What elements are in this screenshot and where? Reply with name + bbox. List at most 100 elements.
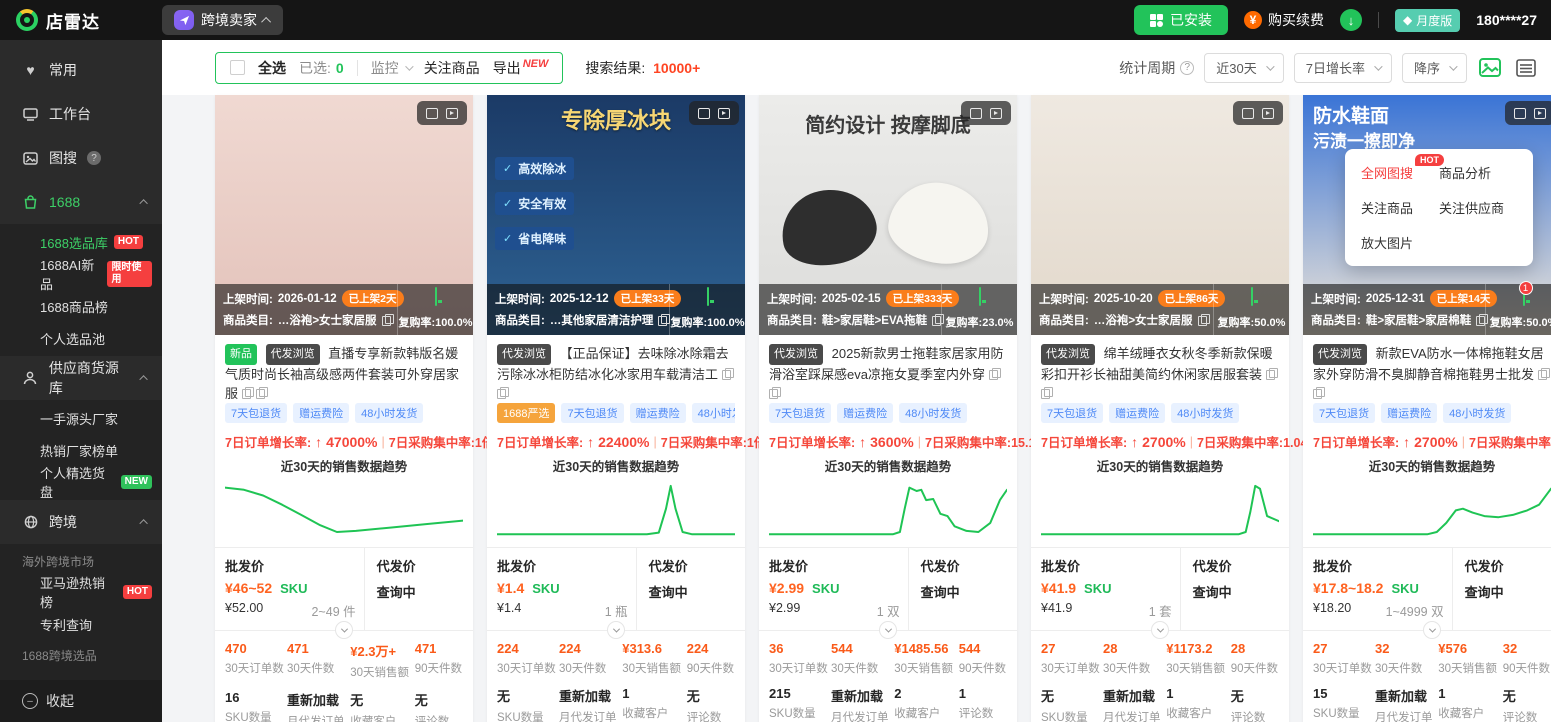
help-icon[interactable]: ? xyxy=(87,151,101,165)
sidebar-collapse-button[interactable]: – 收起 xyxy=(0,680,162,722)
sidebar-item-1688AI新品[interactable]: 1688AI新品限时使用 xyxy=(0,258,162,290)
installed-button[interactable]: 已安装 xyxy=(1134,5,1228,35)
copy-icon[interactable] xyxy=(1476,314,1485,326)
similar-search-icon[interactable] xyxy=(426,108,438,119)
sku-label[interactable]: SKU xyxy=(812,581,839,596)
sidebar-item-1688商品榜[interactable]: 1688商品榜 xyxy=(0,290,162,322)
collapse-chevron-button[interactable] xyxy=(879,621,897,639)
menu-item-关注供应商[interactable]: 关注供应商 xyxy=(1439,198,1517,217)
stat-value[interactable]: 重新加载 xyxy=(287,690,350,709)
image-actions-pill[interactable] xyxy=(961,101,1011,125)
consign-browse-badge[interactable]: 代发浏览 xyxy=(1313,344,1367,365)
consign-browse-badge[interactable]: 代发浏览 xyxy=(266,344,320,365)
sku-label[interactable]: SKU xyxy=(1084,581,1111,596)
stat-value[interactable]: 重新加载 xyxy=(1103,686,1166,705)
sidebar-item-1688选品库[interactable]: 1688选品库HOT xyxy=(0,226,162,258)
copy-icon[interactable] xyxy=(722,368,733,380)
product-image[interactable]: 防水鞋面污渍一擦即净 上架时间: 2025-12-31 已上架14天 商品类目:… xyxy=(1303,95,1551,335)
copy-icon[interactable] xyxy=(658,314,669,326)
sidebar-item-常用[interactable]: ♥ 常用 xyxy=(0,48,162,92)
menu-item-全网图搜[interactable]: 全网图搜HOT xyxy=(1361,163,1439,182)
copy-icon[interactable] xyxy=(497,387,508,399)
product-image[interactable]: 简约设计 按摩脚底 上架时间: 2025-02-15 已上架333天 商品类目:… xyxy=(759,95,1017,335)
select-all-label[interactable]: 全选 xyxy=(258,58,286,78)
video-icon[interactable] xyxy=(990,108,1002,119)
menu-item-放大图片[interactable]: 放大图片 xyxy=(1361,233,1439,252)
collapse-chevron-button[interactable] xyxy=(335,621,353,639)
stat-value: 2 xyxy=(894,686,958,701)
help-icon[interactable]: ? xyxy=(1180,61,1194,75)
copy-icon[interactable] xyxy=(989,368,1000,380)
menu-item-关注商品[interactable]: 关注商品 xyxy=(1361,198,1439,217)
sidebar-item-个人选品池[interactable]: 个人选品池 xyxy=(0,322,162,354)
follow-products-button[interactable]: 关注商品 xyxy=(424,58,480,78)
select-all-checkbox[interactable] xyxy=(230,60,245,75)
sidebar-item-亚马逊热销榜[interactable]: 亚马逊热销榜HOT xyxy=(0,576,162,608)
video-icon[interactable] xyxy=(718,108,730,119)
period-select[interactable]: 近30天 xyxy=(1204,53,1283,83)
similar-search-icon[interactable] xyxy=(1242,108,1254,119)
similar-search-icon[interactable] xyxy=(1514,108,1526,119)
copy-icon[interactable] xyxy=(769,387,780,399)
sidebar-item-图搜[interactable]: 图搜? xyxy=(0,136,162,180)
menu-item-商品分析[interactable]: 商品分析 xyxy=(1439,163,1517,182)
copy-icon[interactable] xyxy=(382,314,393,326)
heart-icon: ♥ xyxy=(22,62,39,78)
sidebar-item-供应商货源库[interactable]: 供应商货源库 xyxy=(0,356,162,400)
stat-value[interactable]: 重新加载 xyxy=(831,686,894,705)
sidebar-item-个人精选货盘[interactable]: 个人精选货盘NEW xyxy=(0,466,162,498)
sidebar-item-专利查询[interactable]: 专利查询 xyxy=(0,608,162,640)
stat-value[interactable]: 重新加载 xyxy=(1375,686,1438,705)
consign-browse-badge[interactable]: 代发浏览 xyxy=(769,344,823,365)
sku-label[interactable]: SKU xyxy=(532,581,559,596)
order-select[interactable]: 降序 xyxy=(1402,53,1467,83)
image-actions-pill[interactable] xyxy=(1505,101,1551,125)
product-image[interactable]: 上架时间: 2025-10-20 已上架86天 商品类目: …浴袍>女士家居服 xyxy=(1031,95,1289,335)
sidebar-item-一手源头厂家[interactable]: 一手源头厂家 xyxy=(0,402,162,434)
calendar-icon[interactable] xyxy=(435,287,437,306)
image-actions-pill[interactable] xyxy=(689,101,739,125)
copy-icon[interactable] xyxy=(1266,368,1277,380)
sidebar-item-跨境[interactable]: 跨境 xyxy=(0,500,162,544)
sidebar-item-跨境选品库[interactable]: 跨境选品库 xyxy=(0,670,162,680)
stat-value[interactable]: 重新加载 xyxy=(559,686,622,705)
video-icon[interactable] xyxy=(1534,108,1546,119)
consign-browse-badge[interactable]: 代发浏览 xyxy=(497,344,551,365)
collapse-chevron-button[interactable] xyxy=(1151,621,1169,639)
copy-icon[interactable] xyxy=(1313,387,1324,399)
product-image[interactable]: 专除厚冰块高效除冰安全有效省电降味 上架时间: 2025-12-12 已上架33… xyxy=(487,95,745,335)
image-actions-pill[interactable] xyxy=(1233,101,1283,125)
sidebar-item-热销厂家榜单[interactable]: 热销厂家榜单 xyxy=(0,434,162,466)
image-view-toggle[interactable] xyxy=(1477,56,1503,80)
copy-icon[interactable] xyxy=(1198,314,1209,326)
monitor-menu[interactable]: 监控 xyxy=(371,58,411,78)
image-actions-pill[interactable] xyxy=(417,101,467,125)
sku-label[interactable]: SKU xyxy=(280,581,307,596)
role-switcher[interactable]: 跨境卖家 xyxy=(162,5,283,35)
copy-icon[interactable] xyxy=(242,387,253,399)
product-image[interactable]: 上架时间: 2026-01-12 已上架2天 商品类目: …浴袍>女士家居服 xyxy=(215,95,473,335)
sidebar-item-1688[interactable]: 1688 xyxy=(0,180,162,224)
similar-search-icon[interactable] xyxy=(970,108,982,119)
copy-icon[interactable] xyxy=(1041,387,1052,399)
collapse-chevron-button[interactable] xyxy=(1423,621,1441,639)
stat-label: 30天销售额 xyxy=(1166,660,1230,676)
renew-button[interactable]: ¥ 购买续费 xyxy=(1244,10,1324,30)
consign-browse-badge[interactable]: 代发浏览 xyxy=(1041,344,1095,365)
copy-icon[interactable] xyxy=(1538,368,1549,380)
download-icon[interactable]: ↓ xyxy=(1340,9,1362,31)
calendar-icon[interactable] xyxy=(707,287,709,306)
video-icon[interactable] xyxy=(446,108,458,119)
video-icon[interactable] xyxy=(1262,108,1274,119)
copy-icon[interactable] xyxy=(932,314,941,326)
export-button[interactable]: 导出 NEW xyxy=(493,58,549,78)
similar-search-icon[interactable] xyxy=(698,108,710,119)
list-view-toggle[interactable] xyxy=(1513,56,1539,80)
collapse-chevron-button[interactable] xyxy=(607,621,625,639)
calendar-icon[interactable] xyxy=(1251,287,1253,306)
metric-select[interactable]: 7日增长率 xyxy=(1294,53,1392,83)
calendar-icon[interactable] xyxy=(979,287,981,306)
sidebar-item-工作台[interactable]: 工作台 xyxy=(0,92,162,136)
sku-label[interactable]: SKU xyxy=(1391,581,1418,596)
copy-icon[interactable] xyxy=(256,387,267,399)
